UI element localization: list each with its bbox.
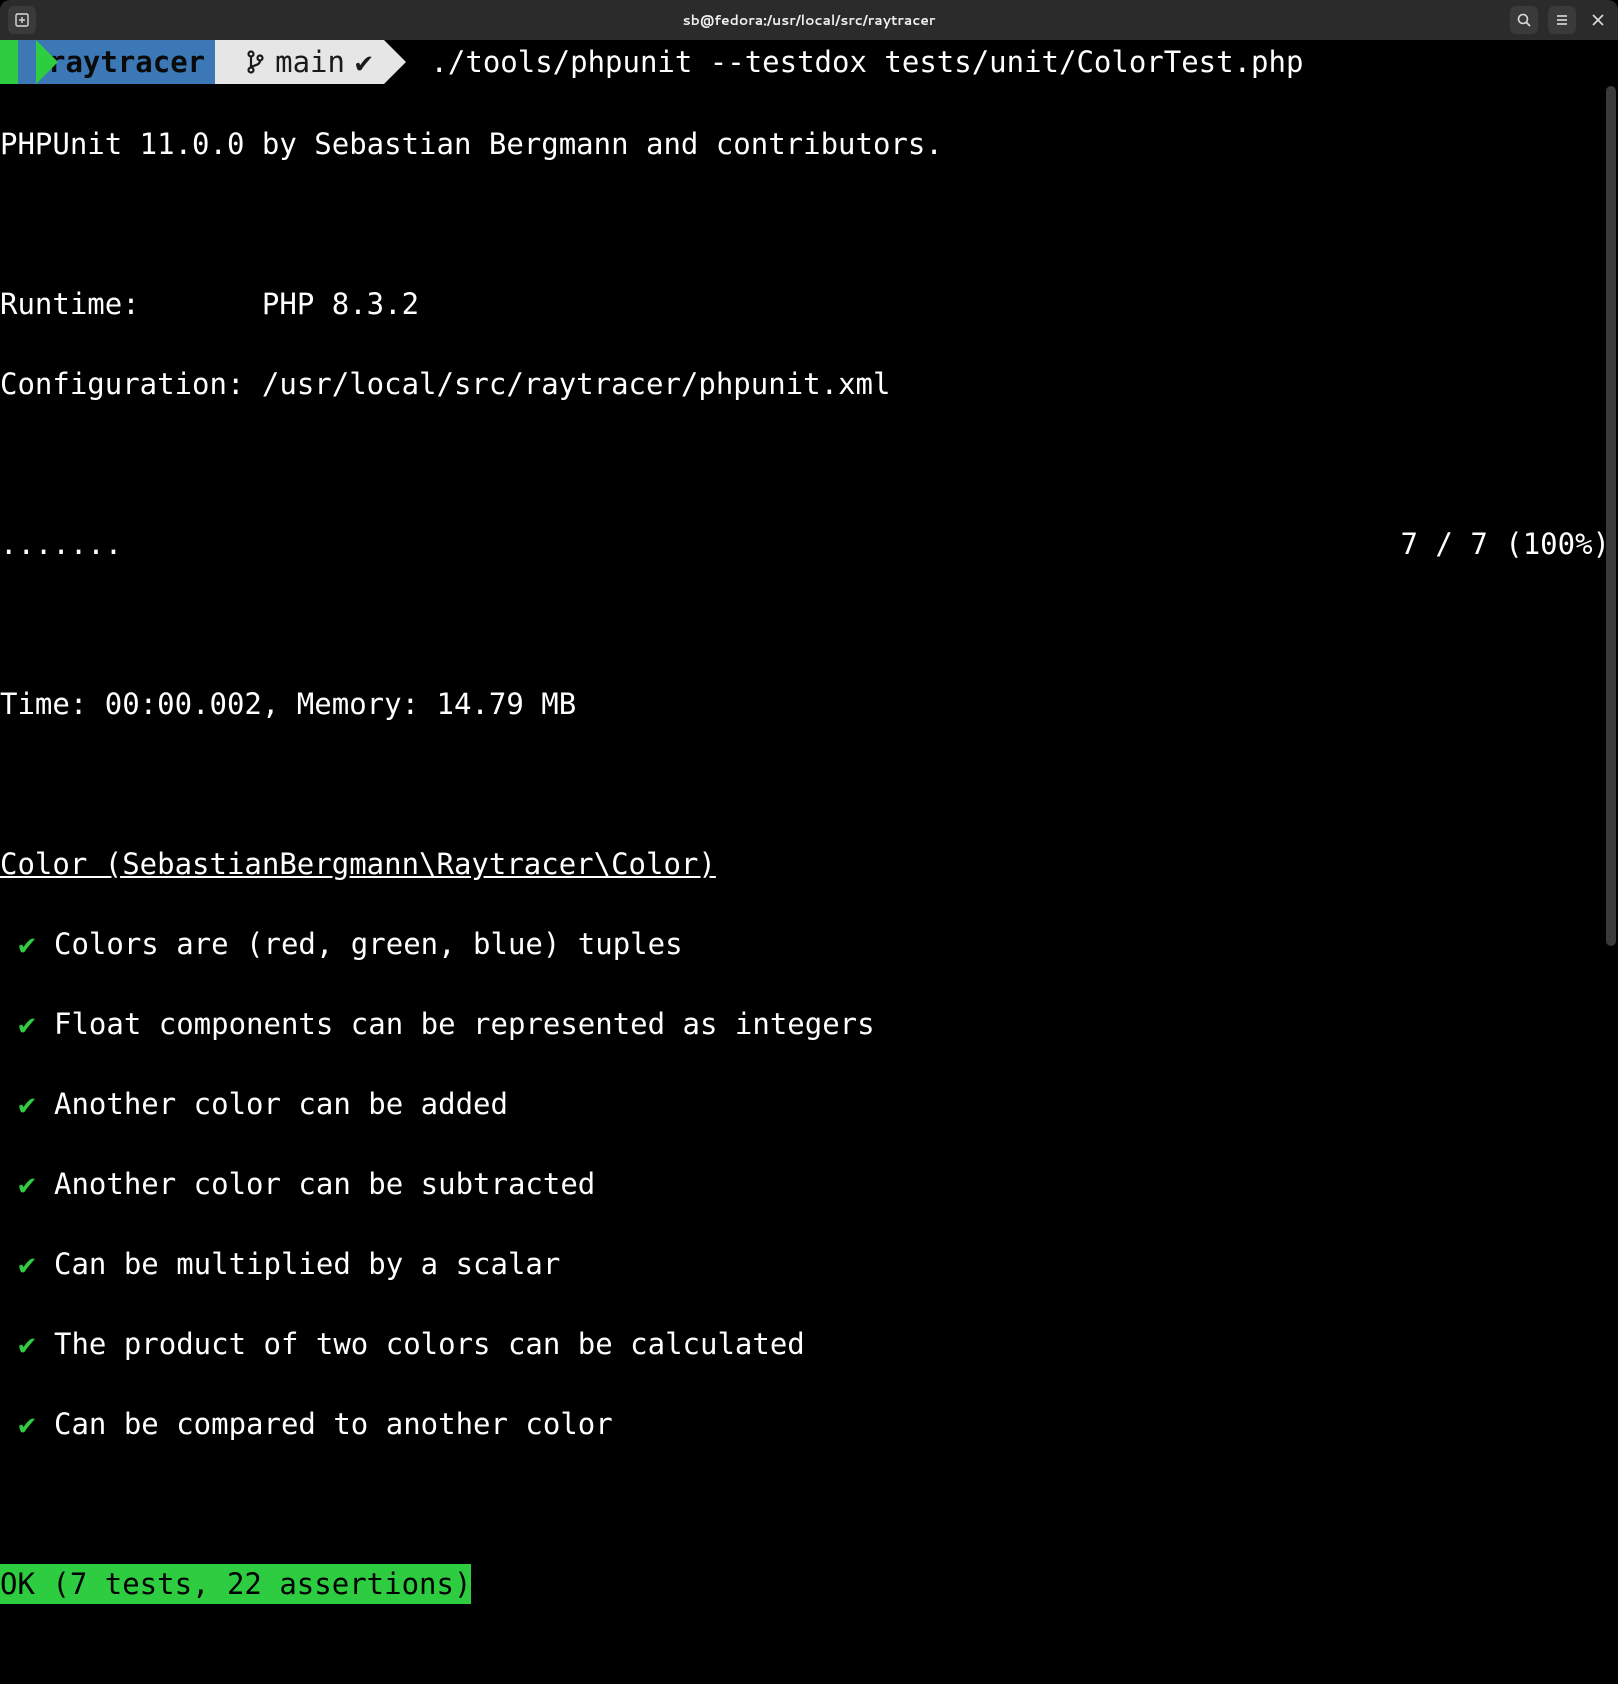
close-button[interactable] — [1586, 8, 1610, 32]
test-item: ✔Another color can be subtracted — [0, 1164, 1618, 1204]
test-item: ✔The product of two colors can be calcul… — [0, 1324, 1618, 1364]
time-memory: Time: 00:00.002, Memory: 14.79 MB — [0, 684, 1618, 724]
prompt-line: raytracer main ✔ ./tools/phpunit --testd… — [0, 40, 1618, 84]
phpunit-banner: PHPUnit 11.0.0 by Sebastian Bergmann and… — [0, 124, 1618, 164]
chevron-right-icon — [36, 40, 58, 84]
terminal-viewport[interactable]: raytracer main ✔ ./tools/phpunit --testd… — [0, 40, 1618, 969]
test-desc: Another color can be subtracted — [54, 1164, 595, 1204]
ok-summary: OK (7 tests, 22 assertions) — [0, 1564, 471, 1604]
test-desc: Another color can be added — [54, 1084, 508, 1124]
test-item: ✔Float components can be represented as … — [0, 1004, 1618, 1044]
new-tab-button[interactable] — [8, 6, 36, 34]
close-icon — [1591, 13, 1605, 27]
window-titlebar: sb@fedora:/usr/local/src/raytracer — [0, 0, 1618, 40]
suite-header: Color (SebastianBergmann\Raytracer\Color… — [0, 844, 1618, 884]
menu-button[interactable] — [1548, 6, 1576, 34]
window-title: sb@fedora:/usr/local/src/raytracer — [683, 10, 936, 30]
checkmark-icon: ✔ — [0, 1324, 54, 1364]
checkmark-icon: ✔ — [0, 1404, 54, 1444]
command-text: ./tools/phpunit --testdox tests/unit/Col… — [406, 40, 1303, 84]
hamburger-icon — [1554, 12, 1570, 28]
checkmark-icon: ✔ — [0, 1004, 54, 1044]
checkmark-icon: ✔ — [0, 1164, 54, 1204]
test-desc: Can be compared to another color — [54, 1404, 613, 1444]
test-desc: Float components can be represented as i… — [54, 1004, 875, 1044]
search-icon — [1516, 12, 1532, 28]
test-desc: Colors are (red, green, blue) tuples — [54, 924, 683, 964]
progress-counter: 7 / 7 (100%) — [1400, 524, 1610, 564]
test-desc: Can be multiplied by a scalar — [54, 1244, 560, 1284]
checkmark-icon: ✔ — [0, 1084, 54, 1124]
chevron-right-icon — [384, 40, 406, 84]
test-item: ✔Colors are (red, green, blue) tuples — [0, 924, 1618, 964]
checkmark-icon: ✔ — [0, 924, 54, 964]
test-item: ✔Another color can be added — [0, 1084, 1618, 1124]
checkmark-icon: ✔ — [0, 1244, 54, 1284]
git-branch-icon — [245, 48, 265, 76]
new-tab-icon — [14, 12, 30, 28]
test-desc: The product of two colors can be calcula… — [54, 1324, 805, 1364]
prompt-dir: raytracer — [48, 45, 205, 79]
prompt-branch: main — [275, 45, 345, 79]
test-item: ✔Can be multiplied by a scalar — [0, 1244, 1618, 1284]
runtime-value: PHP 8.3.2 — [262, 287, 419, 321]
branch-clean-icon: ✔ — [355, 45, 372, 79]
test-item: ✔Can be compared to another color — [0, 1404, 1618, 1444]
search-button[interactable] — [1510, 6, 1538, 34]
progress-dots: ....... — [0, 524, 122, 564]
prompt-segment-branch: main ✔ — [215, 40, 384, 84]
runtime-label: Runtime: — [0, 287, 140, 321]
config-label: Configuration: — [0, 367, 244, 401]
config-value: /usr/local/src/raytracer/phpunit.xml — [262, 367, 891, 401]
scrollbar[interactable] — [1606, 86, 1616, 946]
terminal-output: PHPUnit 11.0.0 by Sebastian Bergmann and… — [0, 84, 1618, 1684]
prompt-segment-accent — [0, 40, 18, 84]
